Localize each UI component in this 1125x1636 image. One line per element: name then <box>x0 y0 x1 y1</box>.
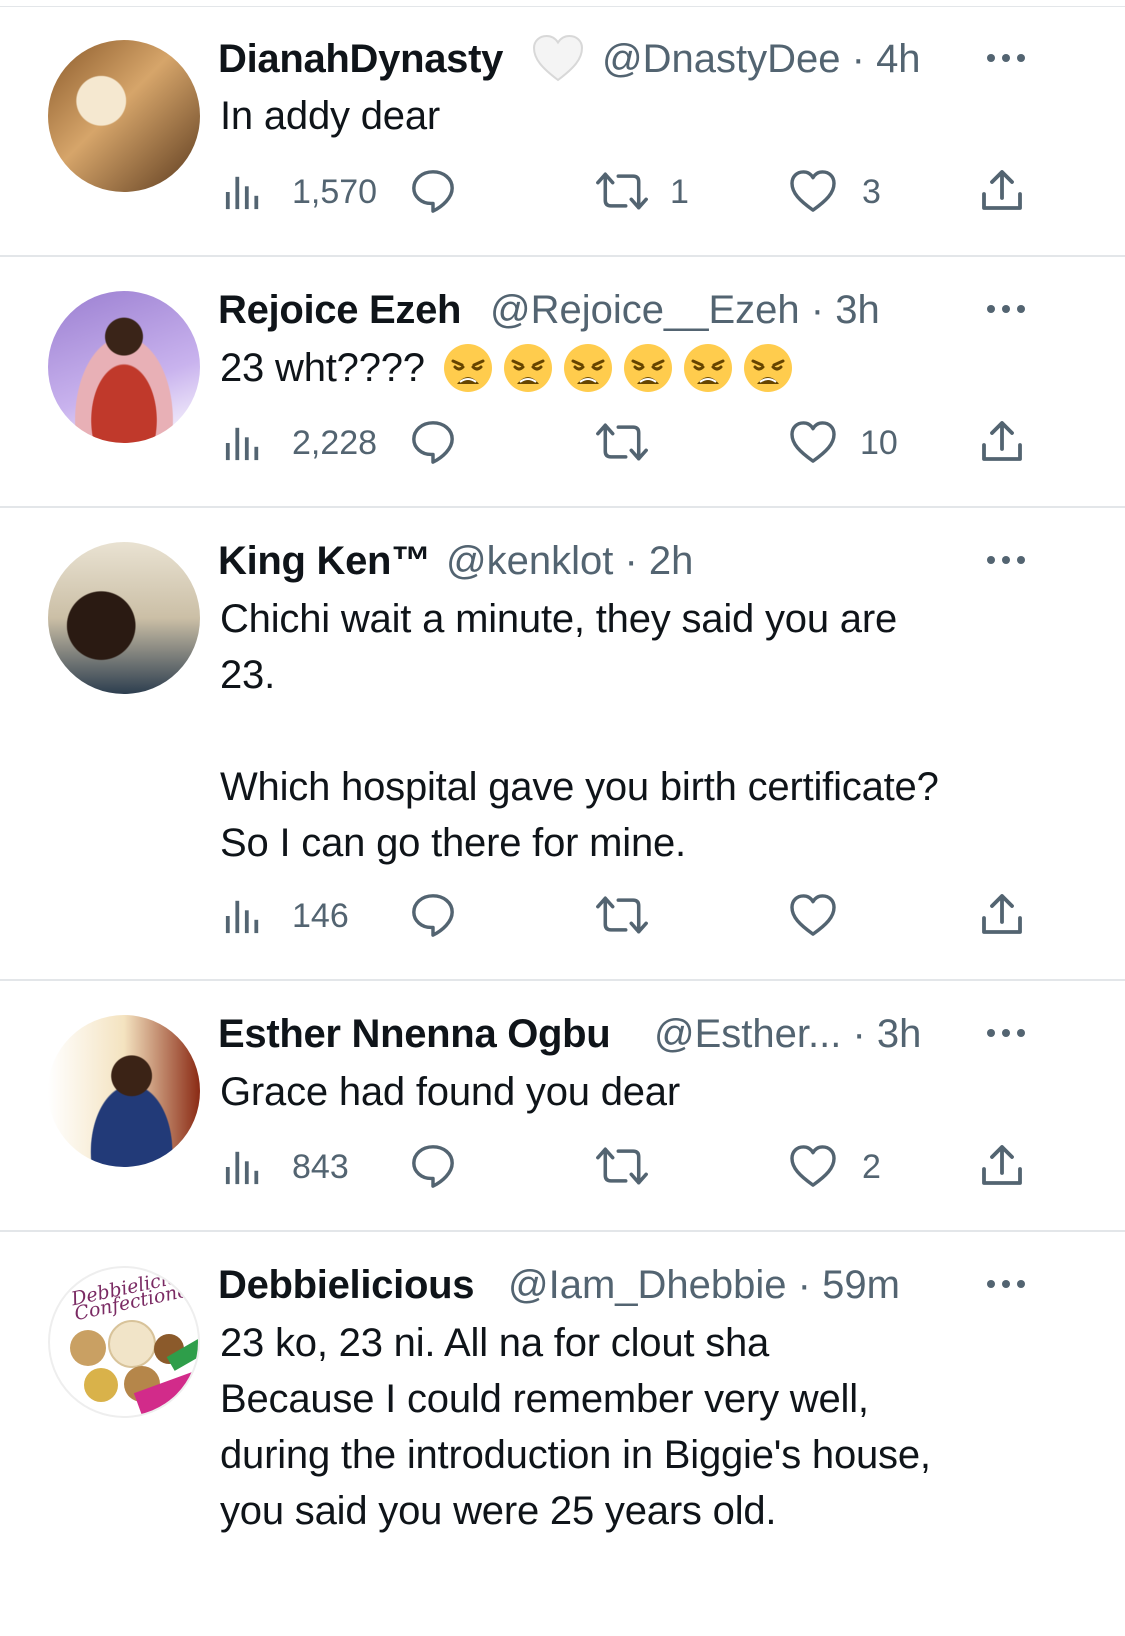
avatar[interactable] <box>48 40 200 192</box>
user-handle[interactable]: @Rejoice__Ezeh · 3h <box>490 286 880 334</box>
avatar-logo-text: Debbielicious Confectionery <box>69 1266 200 1326</box>
bar-chart-icon[interactable] <box>224 423 262 463</box>
share-icon[interactable] <box>980 419 1024 463</box>
like-count: 2 <box>862 1148 881 1186</box>
bar-chart-icon[interactable] <box>224 172 262 212</box>
views-count: 2,228 <box>292 424 378 462</box>
views-count: 1,570 <box>292 173 378 211</box>
weary-face-icon <box>622 342 674 394</box>
more-dots-icon[interactable] <box>986 554 1026 566</box>
like-count: 3 <box>862 173 881 211</box>
speech-bubble-icon[interactable] <box>410 1143 456 1189</box>
heart-icon[interactable] <box>790 421 836 463</box>
display-name[interactable]: Rejoice Ezeh <box>218 286 461 334</box>
tweet-1[interactable]: DianahDynasty @DnastyDee · 4h In addy de… <box>0 0 1125 257</box>
heart-icon[interactable] <box>790 894 836 936</box>
views-count: 146 <box>292 897 349 935</box>
retweet-icon[interactable] <box>596 1145 648 1187</box>
bar-chart-icon[interactable] <box>224 1147 262 1187</box>
tweet-text: In addy dear <box>220 94 440 138</box>
more-dots-icon[interactable] <box>986 1027 1026 1039</box>
weary-face-icon <box>682 342 734 394</box>
speech-bubble-icon[interactable] <box>410 419 456 465</box>
retweet-count: 1 <box>670 173 689 211</box>
avatar[interactable] <box>48 1015 200 1167</box>
retweet-icon[interactable] <box>596 170 648 212</box>
weary-face-icon <box>742 342 794 394</box>
speech-bubble-icon[interactable] <box>410 892 456 938</box>
bar-chart-icon[interactable] <box>224 896 262 936</box>
tweet-5[interactable]: Debbielicious Confectionery Debbieliciou… <box>0 1232 1125 1636</box>
user-handle[interactable]: @kenklot · 2h <box>446 537 693 585</box>
tweet-4[interactable]: Esther Nnenna Ogbu @Esther... · 3h Grace… <box>0 981 1125 1231</box>
avatar[interactable]: Debbielicious Confectionery <box>48 1266 200 1418</box>
speech-bubble-icon[interactable] <box>410 168 456 214</box>
more-dots-icon[interactable] <box>986 303 1026 315</box>
share-icon[interactable] <box>980 892 1024 936</box>
tweet-3[interactable]: King Ken™ @kenklot · 2h Chichi wait a mi… <box>0 508 1125 980</box>
weary-face-icon <box>442 342 494 394</box>
weary-face-icon <box>562 342 614 394</box>
more-dots-icon[interactable] <box>986 1278 1026 1290</box>
user-handle[interactable]: @Iam_Dhebbie · 59m <box>508 1261 900 1309</box>
white-heart-icon <box>532 34 584 82</box>
tweet-2[interactable]: Rejoice Ezeh @Rejoice__Ezeh · 3h 23 wht?… <box>0 257 1125 507</box>
display-name[interactable]: Debbielicious <box>218 1261 474 1309</box>
heart-icon[interactable] <box>790 1145 836 1187</box>
user-handle[interactable]: @Esther... · 3h <box>654 1010 921 1058</box>
like-count: 10 <box>860 424 898 462</box>
heart-icon[interactable] <box>790 170 836 212</box>
views-count: 843 <box>292 1148 349 1186</box>
tweet-text: Grace had found you dear <box>220 1070 680 1114</box>
avatar[interactable] <box>48 542 200 694</box>
display-name[interactable]: King Ken™ <box>218 537 431 585</box>
retweet-icon[interactable] <box>596 421 648 463</box>
tweet-text: Chichi wait a minute, they said you are … <box>220 597 939 865</box>
tweet-text: 23 wht???? <box>220 346 425 390</box>
share-icon[interactable] <box>980 1143 1024 1187</box>
weary-face-icon <box>502 342 554 394</box>
avatar[interactable] <box>48 291 200 443</box>
user-handle[interactable]: @DnastyDee · 4h <box>602 35 921 83</box>
more-dots-icon[interactable] <box>986 52 1026 64</box>
retweet-icon[interactable] <box>596 894 648 936</box>
tweet-text: 23 ko, 23 ni. All na for clout sha Becau… <box>220 1321 931 1533</box>
display-name[interactable]: Esther Nnenna Ogbu <box>218 1010 611 1058</box>
share-icon[interactable] <box>980 168 1024 212</box>
display-name[interactable]: DianahDynasty <box>218 35 503 83</box>
